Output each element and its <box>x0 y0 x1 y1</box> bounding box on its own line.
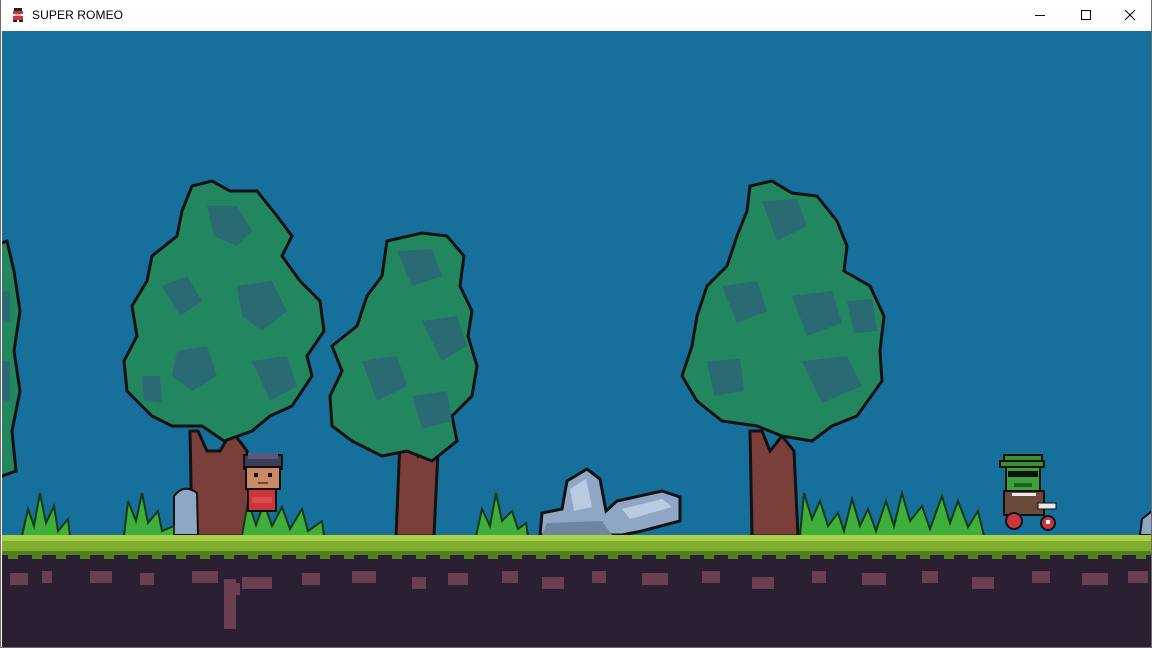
grass-bump <box>464 553 474 559</box>
minimize-button[interactable] <box>1017 0 1063 30</box>
grass-bump <box>1136 553 1146 559</box>
soil-spot <box>812 571 826 583</box>
game-canvas[interactable] <box>2 31 1151 647</box>
grass-bump <box>80 553 90 559</box>
grass-bump <box>536 553 546 559</box>
soil-spot <box>702 571 720 583</box>
game-window: SUPER ROMEO <box>0 0 1152 648</box>
grass-bump <box>728 553 738 559</box>
grass-bump <box>872 553 882 559</box>
soil-spot <box>352 571 376 583</box>
grass-bump <box>32 553 42 559</box>
grass-bump <box>824 553 834 559</box>
soil-spot <box>10 573 28 585</box>
soil-spot <box>412 577 426 589</box>
soil-spot <box>862 573 886 585</box>
close-icon <box>1124 9 1136 21</box>
grass-bump <box>1016 553 1026 559</box>
grass-bump <box>896 553 906 559</box>
grass-bump <box>344 553 354 559</box>
window-title: SUPER ROMEO <box>32 8 124 22</box>
grass-bump <box>584 553 594 559</box>
grass-bump <box>1064 553 1074 559</box>
grass-bump <box>632 553 642 559</box>
grass-bump <box>944 553 954 559</box>
grass-bump <box>752 553 762 559</box>
soil-spot <box>752 577 774 589</box>
grass-bump <box>776 553 786 559</box>
maximize-button[interactable] <box>1063 0 1109 30</box>
gravestone <box>173 487 200 536</box>
grass-bump <box>680 553 690 559</box>
soil-spot <box>502 571 518 583</box>
grass-bump <box>200 553 210 559</box>
soil-spot <box>1082 573 1108 585</box>
grass-bump <box>416 553 426 559</box>
grass-bump <box>224 553 234 559</box>
grass-bump <box>920 553 930 559</box>
grass-bump <box>560 553 570 559</box>
grass-bump <box>608 553 618 559</box>
grass-bump <box>368 553 378 559</box>
player-romeo <box>243 453 283 512</box>
grass-bump <box>296 553 306 559</box>
grass-bump <box>104 553 114 559</box>
grass-bump <box>392 553 402 559</box>
title-bar[interactable]: SUPER ROMEO <box>1 0 1151 31</box>
game-scene <box>2 31 1151 647</box>
grass-bump <box>8 553 18 559</box>
grass-bump <box>656 553 666 559</box>
soil-spot <box>448 573 468 585</box>
grass-bump <box>272 553 282 559</box>
soil-spot <box>140 573 154 585</box>
grass-bump <box>512 553 522 559</box>
soil-spot <box>1128 571 1148 583</box>
soil-spot <box>90 571 112 583</box>
soil-spot <box>242 577 272 589</box>
grass-bump <box>56 553 66 559</box>
soil-spot <box>642 573 668 585</box>
soil-spot <box>1032 571 1050 583</box>
grass-bump <box>968 553 978 559</box>
ground <box>2 535 1151 647</box>
soil-spot <box>972 577 994 589</box>
grass-bump <box>1040 553 1050 559</box>
grass-bump <box>128 553 138 559</box>
grass-bump <box>176 553 186 559</box>
grass-bump <box>848 553 858 559</box>
soil-spot <box>192 571 218 583</box>
grass-bump <box>1088 553 1098 559</box>
grass-bump <box>1112 553 1122 559</box>
grass-bump <box>488 553 498 559</box>
app-icon <box>13 8 23 22</box>
soil-root <box>224 579 236 629</box>
grass-bump <box>440 553 450 559</box>
minimize-icon <box>1035 15 1045 16</box>
soil-spot <box>542 577 564 589</box>
grass-bump <box>800 553 810 559</box>
close-button[interactable] <box>1107 0 1151 30</box>
soil-spot <box>922 571 938 583</box>
grass-bump <box>320 553 330 559</box>
grass-bump <box>992 553 1002 559</box>
grass-bump <box>704 553 714 559</box>
soil-spot <box>592 571 606 583</box>
maximize-icon <box>1081 10 1091 20</box>
grass-bump <box>152 553 162 559</box>
soil-spot <box>302 573 320 585</box>
grass-edge-pattern <box>2 551 1151 555</box>
grass-bump <box>248 553 258 559</box>
soil-spot <box>42 571 52 583</box>
